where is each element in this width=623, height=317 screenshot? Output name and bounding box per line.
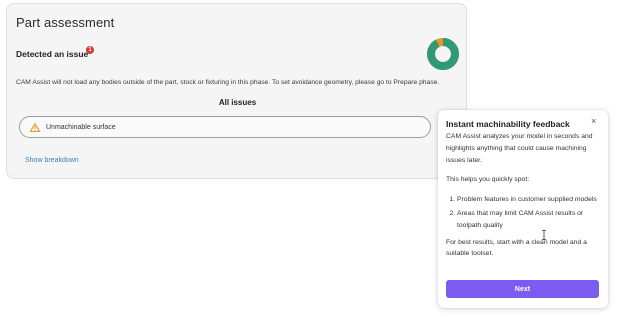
page: Part assessment Detected an issue 1 CAM … — [0, 0, 623, 317]
issue-count-badge: 1 — [86, 46, 94, 54]
warning-triangle-icon — [30, 122, 40, 132]
popover-lead: This helps you quickly spot: — [446, 176, 530, 184]
next-button[interactable]: Next — [446, 280, 599, 298]
machinability-donut-chart — [427, 38, 459, 70]
popover-footer: For best results, start with a clean mod… — [446, 238, 587, 258]
popover-list-item: Areas that may limit CAM Assist results … — [457, 208, 602, 232]
issue-label: Unmachinable surface — [46, 123, 116, 131]
issue-item-unmachinable-surface[interactable]: Unmachinable surface — [19, 116, 431, 138]
popover-list: Problem features in customer supplied mo… — [446, 194, 602, 231]
card-title: Part assessment — [16, 15, 115, 30]
onboarding-popover: Instant machinability feedback × CAM Ass… — [438, 110, 608, 308]
text-cursor-icon — [542, 230, 546, 240]
part-assessment-card: Part assessment Detected an issue 1 CAM … — [6, 3, 467, 179]
show-breakdown-link[interactable]: Show breakdown — [25, 157, 79, 164]
donut-primary-arc — [427, 38, 459, 70]
detected-issue-heading: Detected an issue — [16, 49, 89, 59]
popover-title: Instant machinability feedback — [446, 119, 570, 129]
popover-intro: CAM Assist analyzes your model in second… — [446, 133, 593, 164]
popover-body: CAM Assist analyzes your model in second… — [446, 131, 602, 268]
popover-list-item: Problem features in customer supplied mo… — [457, 194, 602, 206]
phase-info-text: CAM Assist will not load any bodies outs… — [16, 79, 440, 86]
close-icon[interactable]: × — [591, 117, 596, 126]
all-issues-heading: All issues — [218, 98, 257, 107]
